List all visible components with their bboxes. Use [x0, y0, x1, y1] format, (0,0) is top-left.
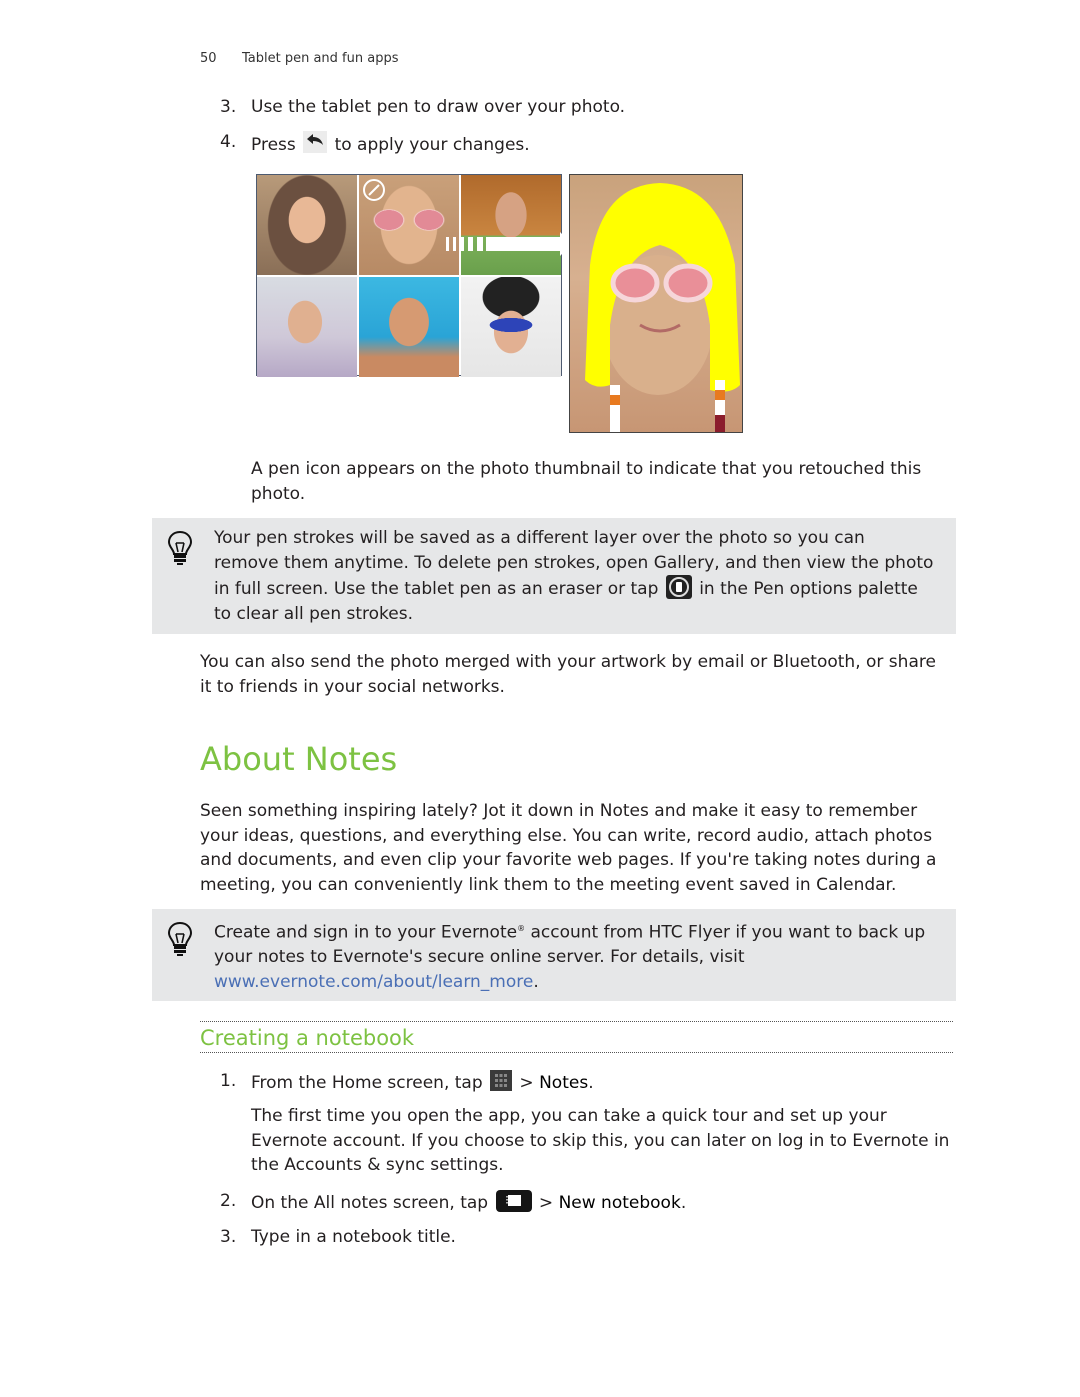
about-notes-paragraph: Seen something inspiring lately? Jot it … [200, 801, 937, 896]
step-text: From the Home screen, tap [251, 1073, 483, 1093]
retouched-photo [569, 174, 743, 433]
registered-mark: ® [517, 924, 526, 933]
share-paragraph: You can also send the photo merged with … [200, 652, 936, 697]
section-heading-about-notes: About Notes [200, 740, 398, 778]
notebook-step-1-detail: The first time you open the app, you can… [251, 1106, 950, 1176]
back-arrow-icon [303, 131, 328, 153]
tip-box-pen-strokes: Your pen strokes will be saved as a diff… [152, 518, 956, 634]
thumbnail-man-striped-shirt [257, 277, 357, 377]
thumbnail-bald-man [461, 175, 561, 275]
pen-circle-icon [363, 179, 385, 201]
step-text: > [533, 1193, 559, 1213]
lightbulb-icon [167, 921, 193, 956]
step-text: . [588, 1073, 594, 1093]
tip-text-part: Create and sign in to your Evernote [214, 922, 518, 943]
tip-text: Create and sign in to your Evernote® acc… [214, 917, 934, 995]
new-notebook-label: New notebook [558, 1193, 681, 1213]
step-number: 4. [220, 132, 237, 152]
step-number: 1. [220, 1071, 237, 1091]
section-name: Tablet pen and fun apps [242, 51, 399, 66]
step-text: . [680, 1193, 687, 1213]
step-text: Use the tablet pen to draw over your pho… [251, 97, 626, 117]
all-apps-grid-icon [490, 1070, 513, 1091]
thumbnail-woman-pink-sunglasses [359, 175, 459, 275]
lightbulb-icon [167, 530, 193, 565]
thumbnail-man-pool [359, 277, 459, 377]
step-text: to apply your changes. [334, 135, 530, 155]
clear-strokes-icon [665, 575, 692, 600]
tip-text-part: . [533, 972, 539, 993]
divider-bottom [200, 1052, 953, 1053]
divider-top [200, 1021, 953, 1022]
running-header: 50 Tablet pen and fun apps [200, 51, 399, 66]
thumbnail-woman-blue-sunglasses [461, 277, 561, 377]
gallery-thumbnail-grid [256, 174, 562, 377]
step-number: 3. [220, 97, 237, 117]
subsection-heading-creating-notebook: Creating a notebook [200, 1026, 415, 1050]
evernote-learn-more-link[interactable]: www.evernote.com/about/learn_more [214, 972, 533, 992]
step-text: On the All notes screen, tap [251, 1193, 489, 1213]
step-text: > [514, 1073, 540, 1093]
notebook-menu-icon [495, 1190, 532, 1212]
pen-icon-note: A pen icon appears on the photo thumbnai… [251, 459, 922, 504]
tip-text: Your pen strokes will be saved as a diff… [214, 526, 934, 627]
thumbnail-woman-fur-hood [257, 175, 357, 275]
tip-box-evernote: Create and sign in to your Evernote® acc… [152, 909, 956, 1001]
right-arrow-icon [446, 232, 572, 256]
step-number: 3. [220, 1227, 237, 1247]
step-text: Press [251, 135, 296, 155]
page-number: 50 [200, 51, 217, 66]
step-number: 2. [220, 1191, 237, 1211]
step-text: Type in a notebook title. [251, 1227, 456, 1247]
notes-app-label: Notes [539, 1073, 589, 1093]
